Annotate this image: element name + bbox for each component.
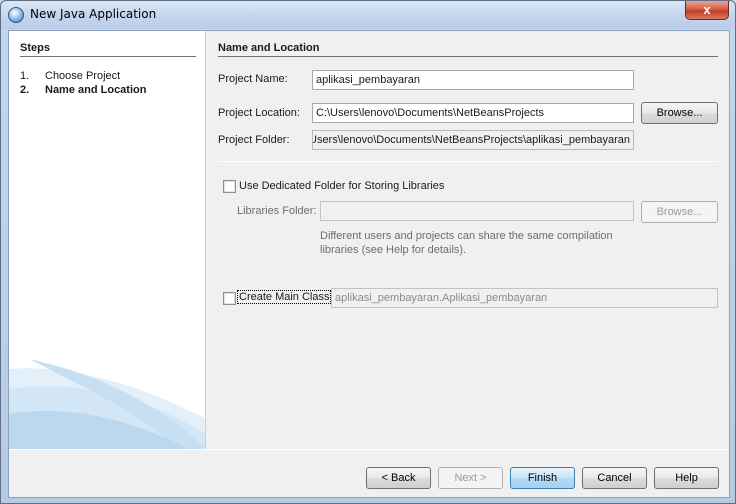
close-icon: x [703, 2, 711, 17]
libraries-folder-label: Libraries Folder: [237, 205, 317, 217]
project-folder-field[interactable]: \Users\lenovo\Documents\NetBeansProjects… [312, 130, 634, 150]
section-divider [218, 161, 718, 162]
step-label: Choose Project [45, 70, 121, 82]
steps-panel: Steps 1. Choose Project 2. Name and Locati… [9, 31, 206, 449]
decorative-swoosh-graphic [9, 359, 205, 449]
step-item-choose-project: 1. Choose Project [20, 70, 120, 82]
project-location-input[interactable]: C:\Users\lenovo\Documents\NetBeansProjec… [312, 103, 634, 123]
project-folder-value: \Users\lenovo\Documents\NetBeansProjects… [312, 134, 630, 146]
window-title: New Java Application [30, 7, 157, 21]
step-number: 2. [20, 84, 30, 96]
step-item-name-and-location: 2. Name and Location [20, 84, 146, 96]
cancel-button[interactable]: Cancel [582, 467, 647, 489]
libraries-folder-input [320, 201, 634, 221]
title-bar[interactable]: New Java Application x [1, 1, 735, 29]
create-main-class-label-text: Create Main Class [236, 290, 332, 304]
step-label: Name and Location [45, 84, 147, 96]
dialog-content: Steps 1. Choose Project 2. Name and Locati… [8, 30, 730, 498]
project-name-input[interactable]: aplikasi_pembayaran [312, 70, 634, 90]
browse-location-button[interactable]: Browse... [641, 102, 718, 124]
dedicated-folder-checkbox[interactable] [223, 180, 236, 193]
project-folder-label: Project Folder: [218, 134, 290, 146]
dedicated-folder-label[interactable]: Use Dedicated Folder for Storing Librari… [239, 180, 444, 192]
back-button[interactable]: < Back [366, 467, 431, 489]
libraries-help-text: Different users and projects can share t… [320, 230, 613, 256]
create-main-class-checkbox[interactable] [223, 292, 236, 305]
create-main-class-label[interactable]: Create Main Class [236, 290, 332, 304]
browse-libraries-button: Browse... [641, 201, 718, 223]
netbeans-cube-icon [8, 7, 24, 23]
help-button[interactable]: Help [654, 467, 719, 489]
project-location-label: Project Location: [218, 107, 300, 119]
dialog-window: New Java Application x Steps 1. Choose Pr… [0, 0, 736, 504]
finish-button[interactable]: Finish [510, 467, 575, 489]
next-button: Next > [438, 467, 503, 489]
steps-title: Steps [20, 42, 196, 57]
close-button[interactable]: x [685, 1, 729, 20]
step-number: 1. [20, 70, 30, 82]
footer-divider [9, 449, 729, 450]
page-title: Name and Location [218, 42, 718, 57]
main-class-input: aplikasi_pembayaran.Aplikasi_pembayaran [331, 288, 718, 308]
project-name-label: Project Name: [218, 73, 288, 85]
